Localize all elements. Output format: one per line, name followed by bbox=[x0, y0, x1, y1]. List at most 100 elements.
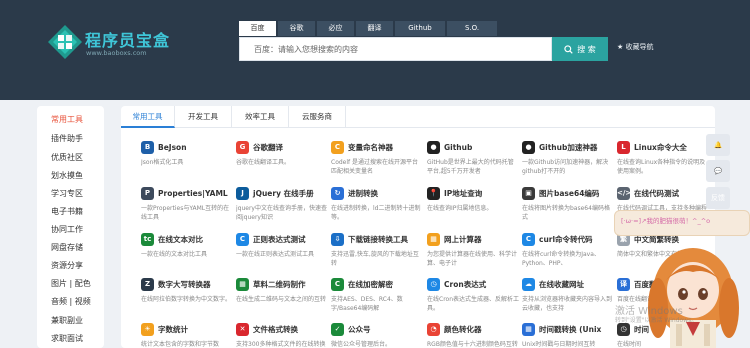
sidebar-item-communities[interactable]: 优质社区 bbox=[51, 152, 83, 163]
tab-efficiency-tools[interactable]: 效率工具 bbox=[232, 106, 289, 128]
tool-card[interactable]: ⇩ 下载链接转换工具 支持迅雷,快车,旋风的下载地址互转 bbox=[331, 233, 427, 273]
tool-description: 在线查询IP归属地信息。 bbox=[427, 205, 493, 212]
tool-card[interactable]: C 在线加密解密 支持AES、DES、RC4、数字/Base64编码解 bbox=[331, 278, 427, 318]
tool-name: 草料二维码制作 bbox=[253, 280, 306, 289]
sidebar-item-interviews[interactable]: 求职面试 bbox=[51, 333, 83, 344]
tool-card[interactable]: 📍 IP地址查询 在线查询IP归属地信息。 bbox=[427, 187, 523, 227]
sidebar-item-collaboration[interactable]: 协同工作 bbox=[51, 224, 83, 235]
tool-card[interactable]: ↻ 进制转换 在线进制转换，ld二进制转十进制等。 bbox=[331, 187, 427, 227]
tool-description: GitHub是世界上最大的代码托管平台,超5千万开发者 bbox=[427, 159, 514, 175]
sidebar-item-audio-video[interactable]: 音频 | 视频 bbox=[51, 296, 91, 307]
tool-description: 在线将图片转换为base64编码格式 bbox=[522, 205, 610, 221]
tool-card[interactable]: C 正则表达式测试 一款在线正则表达式测试工具 bbox=[236, 233, 332, 273]
github-icon: ● bbox=[427, 141, 440, 154]
tool-card[interactable]: Z 数字大写转换器 在线阿拉伯数字转换为中文数字。 bbox=[141, 278, 237, 318]
base64-image-icon: ▣ bbox=[522, 187, 535, 200]
tool-name: 公众号 bbox=[348, 325, 371, 334]
regex-icon: C bbox=[236, 233, 249, 246]
text-diff-icon: tc bbox=[141, 233, 154, 246]
tool-card[interactable]: ▦ 草料二维码制作 在线生成二维码与文本之间的互转 bbox=[236, 278, 332, 318]
chat-button[interactable]: 💬 bbox=[706, 160, 730, 182]
tool-description: 在线将curl命令转换为Java、Python、PHP、 bbox=[522, 251, 600, 267]
search-input[interactable] bbox=[240, 38, 551, 60]
search-tab-github[interactable]: Github bbox=[395, 21, 445, 36]
tab-dev-tools[interactable]: 开发工具 bbox=[175, 106, 232, 128]
tool-card[interactable]: B BeJson Json格式化工具 bbox=[141, 141, 237, 181]
tool-card[interactable]: ▦ 网上计算器 为您提供计算器在线使用、科学计算、电子计 bbox=[427, 233, 523, 273]
baidu-translate-icon: 译 bbox=[617, 278, 630, 291]
curl-icon: C bbox=[522, 233, 535, 246]
tool-name: 进制转换 bbox=[348, 189, 378, 198]
linux-icon: L bbox=[617, 141, 630, 154]
search-tab-google[interactable]: 谷歌 bbox=[278, 21, 315, 36]
sidebar-item-cloud-storage[interactable]: 网盘存储 bbox=[51, 242, 83, 253]
sidebar-item-plugins[interactable]: 插件助手 bbox=[51, 133, 83, 144]
tab-cloud-vendors[interactable]: 云服务商 bbox=[289, 106, 346, 128]
search-tab-bing[interactable]: 必应 bbox=[317, 21, 354, 36]
logo-mark-icon bbox=[48, 25, 82, 59]
search-tab-baidu[interactable]: 百度 bbox=[239, 21, 276, 36]
search-box bbox=[239, 37, 552, 61]
tool-card[interactable]: ◔ 颜色转化器 RGB颜色值与十六进制颜色码互转 bbox=[427, 323, 523, 348]
tool-name: Properties|YAML bbox=[158, 189, 228, 198]
tool-card[interactable]: L Linux命令大全 在线查询Linux各种指令的说明及使用案例。 bbox=[617, 141, 713, 181]
tool-name: 网上计算器 bbox=[444, 235, 482, 244]
code-test-icon: </> bbox=[617, 187, 631, 200]
tool-description: Unix时间戳与日期时间互转 bbox=[522, 341, 596, 348]
tool-description: 支持从浏览器将收藏夹内容导入到云收藏，也支持 bbox=[522, 296, 613, 312]
sidebar-item-ebooks[interactable]: 电子书籍 bbox=[51, 206, 83, 217]
tool-description: 支持迅雷,快车,旋风的下载地址互转 bbox=[331, 251, 419, 267]
tool-description: 在线进制转换，ld二进制转十进制等。 bbox=[331, 205, 421, 221]
tool-name: 字数统计 bbox=[158, 325, 188, 334]
github-accel-icon: ● bbox=[522, 141, 535, 154]
sidebar-item-side-jobs[interactable]: 兼职副业 bbox=[51, 315, 83, 326]
anime-mascot[interactable] bbox=[636, 232, 750, 348]
tool-description: 支持300多种格式文件的在线转换 bbox=[236, 341, 326, 348]
tool-card[interactable]: ✓ 公众号 微信公众号管理后台。 bbox=[331, 323, 427, 348]
tool-card[interactable]: ✕ 文件格式转换 支持300多种格式文件的在线转换 bbox=[236, 323, 332, 348]
tool-name: 在线加密解密 bbox=[348, 280, 393, 289]
tool-name: 图片base64编码 bbox=[539, 189, 600, 198]
fav-nav-link[interactable]: ★ 收藏导航 bbox=[617, 42, 654, 52]
tab-common-tools[interactable]: 常用工具 bbox=[121, 106, 175, 128]
tool-name: IP地址查询 bbox=[444, 189, 483, 198]
tool-card[interactable]: ☁ 在线收藏网址 支持从浏览器将收藏夹内容导入到云收藏，也支持 bbox=[522, 278, 618, 318]
tool-name: Github加速神器 bbox=[539, 143, 598, 152]
feedback-button[interactable]: 反馈 bbox=[706, 187, 730, 209]
sidebar-item-study[interactable]: 学习专区 bbox=[51, 188, 83, 199]
tool-description: Json格式化工具 bbox=[141, 159, 184, 166]
tool-description: jquery中文在线查询手册，快速查阅jquery知识 bbox=[236, 205, 327, 221]
google-translate-icon: G bbox=[236, 141, 249, 154]
word-count-icon: ☀ bbox=[141, 323, 154, 336]
tool-card[interactable]: P Properties|YAML 一款Properties与YAML互转的在线工具 bbox=[141, 187, 237, 227]
tool-name: curl命令转代码 bbox=[539, 235, 593, 244]
notification-button[interactable]: 🔔 bbox=[706, 134, 730, 156]
tool-card[interactable]: ☀ 字数统计 统计文本包含的字数和字节数 bbox=[141, 323, 237, 348]
tool-name: jQuery 在线手册 bbox=[253, 189, 314, 198]
calculator-icon: ▦ bbox=[427, 233, 440, 246]
tool-card[interactable]: JjQuery 在线手册 jquery中文在线查询手册，快速查阅jquery知识 bbox=[236, 187, 332, 227]
site-logo[interactable]: 程序员宝盒 www.baoboxs.com bbox=[47, 24, 187, 64]
tool-card[interactable]: ▦ 时间戳转换 (Unix Unix时间戳与日期时间互转 bbox=[522, 323, 618, 348]
tool-description: 一款在线的文本对比工具 bbox=[141, 251, 208, 258]
tool-card[interactable]: Ccurl命令转代码在线将curl命令转换为Java、Python、PHP、 bbox=[522, 233, 618, 273]
tool-description: Codelf 是通过搜索在线开源平台匹配相关变量名 bbox=[331, 159, 419, 175]
tool-card[interactable]: C 变量命名神器 Codelf 是通过搜索在线开源平台匹配相关变量名 bbox=[331, 141, 427, 181]
tool-card[interactable]: ▣ 图片base64编码在线将图片转换为base64编码格式 bbox=[522, 187, 618, 227]
sidebar-item-images-colors[interactable]: 图片 | 配色 bbox=[51, 278, 91, 289]
tool-name: BeJson bbox=[158, 143, 187, 152]
tool-card[interactable]: ● Github GitHub是世界上最大的代码托管平台,超5千万开发者 bbox=[427, 141, 523, 181]
sidebar-item-leisure[interactable]: 划水摸鱼 bbox=[51, 170, 83, 181]
tool-description: 一款在线正则表达式测试工具 bbox=[236, 251, 315, 258]
tool-card[interactable]: tc 在线文本对比 一款在线的文本对比工具 bbox=[141, 233, 237, 273]
tool-card[interactable]: ● Github加速神器 一款Github访问加速神器，解决github打不开的 bbox=[522, 141, 618, 181]
tool-card[interactable]: G 谷歌翻译 谷歌在线翻译工具。 bbox=[236, 141, 332, 181]
sidebar-item-resources[interactable]: 资源分享 bbox=[51, 260, 83, 271]
sidebar-item-common-tools[interactable]: 常用工具 bbox=[51, 114, 83, 125]
search-button[interactable]: 搜 索 bbox=[552, 37, 608, 61]
search-tab-stackoverflow[interactable]: S.O. bbox=[447, 21, 497, 36]
tool-description: 支持AES、DES、RC4、数字/Base64编码解 bbox=[331, 296, 403, 312]
tool-card[interactable]: ◷ Cron表达式 在线Cron表达式生成器、反解析工具。 bbox=[427, 278, 523, 318]
tool-description: 在线生成二维码与文本之间的互转 bbox=[236, 296, 327, 303]
search-tab-translate[interactable]: 翻译 bbox=[356, 21, 393, 36]
